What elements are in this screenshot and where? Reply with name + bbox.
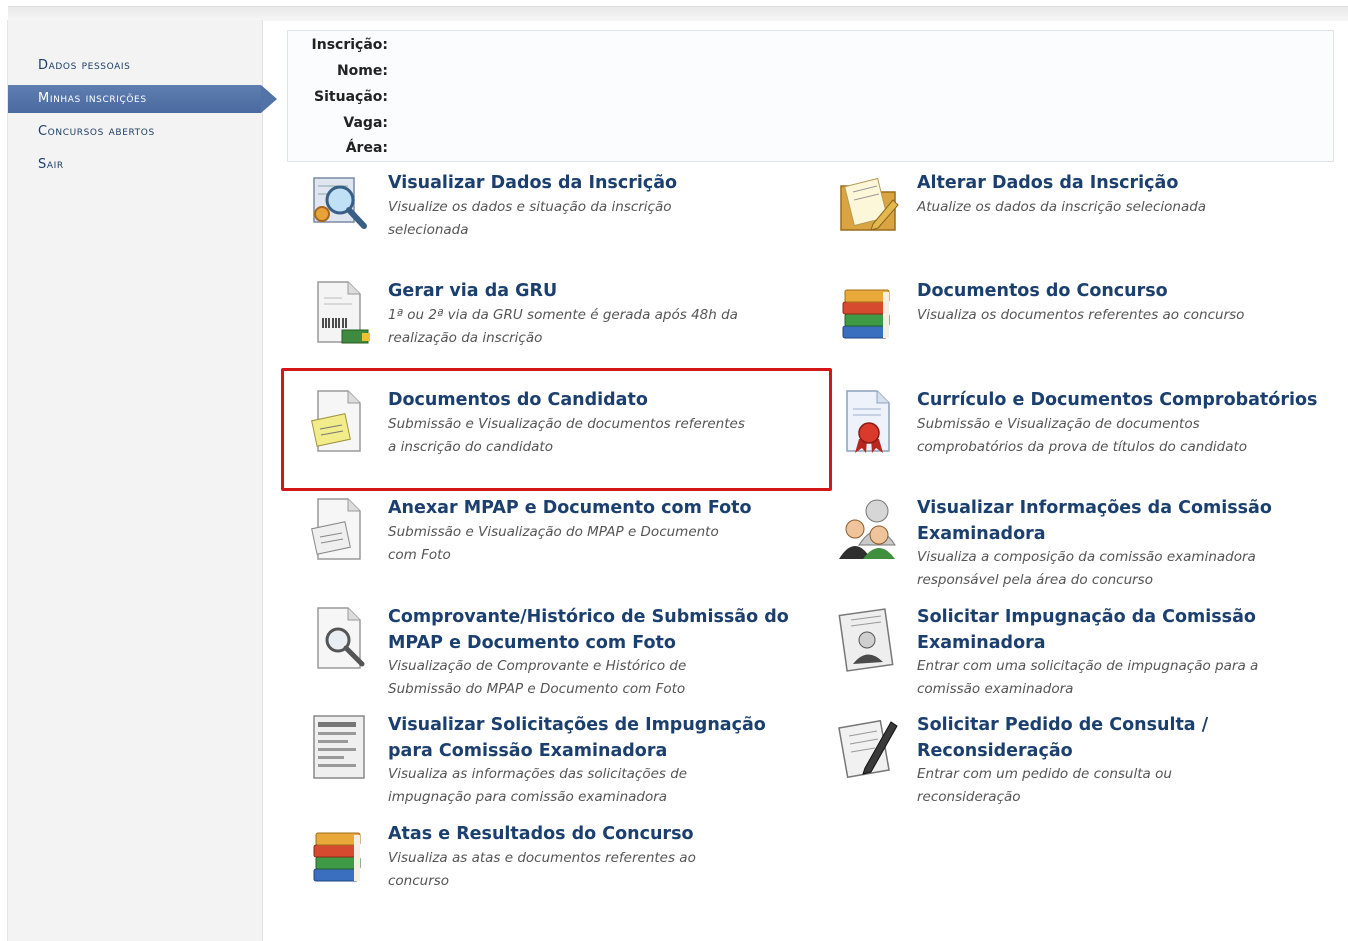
action-title[interactable]: Gerar via da GRU — [388, 278, 557, 304]
inscription-info-panel: Inscrição: Nome: Situação: Vaga: Área: — [287, 30, 1334, 162]
inscricao-label: Inscrição: — [311, 37, 388, 53]
action-desc-line2: reconsideração — [917, 789, 1021, 805]
certificate-icon[interactable] — [837, 387, 901, 455]
action-desc-line1: Visualiza as informações das solicitaçõe… — [388, 766, 688, 782]
action-desc-line2: responsável pela área do concurso — [917, 572, 1153, 588]
action-anexar-mpap: Anexar MPAP e Documento com Foto Submiss… — [308, 495, 813, 585]
action-desc-line2: concurso — [388, 873, 450, 889]
action-visualizar-dados: Visualizar Dados da Inscrição Visualize … — [308, 170, 813, 250]
action-title-line2[interactable]: para Comissão Examinadora — [388, 738, 667, 764]
document-pen-icon[interactable] — [837, 712, 901, 780]
action-comissao-info: Visualizar Informações da Comissão Exami… — [837, 495, 1342, 595]
action-desc-line2: selecionada — [388, 222, 469, 238]
action-atas-resultados: Atas e Resultados do Concurso Visualiza … — [308, 821, 813, 901]
id-card-icon[interactable] — [837, 604, 901, 672]
action-title[interactable]: Visualizar Informações da Comissão — [917, 495, 1272, 521]
action-title-line2[interactable]: Examinadora — [917, 630, 1046, 656]
nome-label: Nome: — [336, 63, 388, 79]
action-desc-line2: impugnação para comissão examinadora — [388, 789, 668, 805]
sidebar-item-dados-pessoais[interactable]: Dados pessoais — [8, 52, 270, 80]
action-title-line2[interactable]: Examinadora — [917, 521, 1046, 547]
barcode-document-icon[interactable] — [308, 278, 372, 346]
action-desc-line1: Visualização de Comprovante e Histórico … — [388, 658, 687, 674]
highlight-box — [281, 368, 832, 491]
action-desc-line2: com Foto — [388, 547, 451, 563]
action-curriculo: Currículo e Documentos Comprobatórios Su… — [837, 387, 1342, 467]
action-title[interactable]: Solicitar Impugnação da Comissão — [917, 604, 1256, 630]
action-title[interactable]: Visualizar Solicitações de Impugnação — [388, 712, 766, 738]
action-gerar-gru: Gerar via da GRU 1ª ou 2ª via da GRU som… — [308, 278, 813, 358]
action-desc-line2: realização da inscrição — [388, 330, 543, 346]
action-desc-line1: Visualiza a composição da comissão exami… — [917, 549, 1256, 565]
books-icon[interactable] — [308, 821, 372, 889]
action-desc-line1: Visualize os dados e situação da inscriç… — [388, 199, 672, 215]
area-label: Área: — [345, 140, 388, 156]
action-desc-line1: 1ª ou 2ª via da GRU somente é gerada apó… — [388, 307, 738, 323]
action-title[interactable]: Anexar MPAP e Documento com Foto — [388, 495, 752, 521]
sidebar-item-sair[interactable]: Sair — [8, 151, 270, 179]
situacao-label: Situação: — [314, 89, 388, 105]
users-group-icon[interactable] — [837, 495, 901, 563]
action-title[interactable]: Visualizar Dados da Inscrição — [388, 170, 677, 196]
sidebar-menu: Dados pessoais Minhas inscrições Concurs… — [8, 52, 277, 184]
action-title[interactable]: Atas e Resultados do Concurso — [388, 821, 694, 847]
action-title[interactable]: Solicitar Pedido de Consulta / — [917, 712, 1208, 738]
action-visualizar-solicitacoes: Visualizar Solicitações de Impugnação pa… — [308, 712, 813, 812]
action-pedido-consulta: Solicitar Pedido de Consulta / Reconside… — [837, 712, 1342, 812]
folder-edit-icon[interactable] — [837, 170, 901, 238]
magnifier-gear-icon[interactable] — [308, 170, 372, 238]
action-desc-line1: Atualize os dados da inscrição seleciona… — [917, 199, 1207, 215]
action-desc-line2: Submissão do MPAP e Documento com Foto — [388, 681, 686, 697]
action-desc-line2: comprobatórios da prova de títulos do ca… — [917, 439, 1248, 455]
top-border — [8, 6, 1348, 21]
action-desc-line1: Visualiza os documentos referentes ao co… — [917, 307, 1245, 323]
vaga-label: Vaga: — [343, 115, 388, 131]
action-title-line2[interactable]: Reconsideração — [917, 738, 1073, 764]
document-attach-icon[interactable] — [308, 495, 372, 563]
document-search-icon[interactable] — [308, 604, 372, 672]
sidebar-item-concursos-abertos[interactable]: Concursos abertos — [8, 118, 270, 146]
list-document-icon[interactable] — [308, 712, 372, 780]
action-title[interactable]: Comprovante/Histórico de Submissão do — [388, 604, 789, 630]
action-documentos-concurso: Documentos do Concurso Visualiza os docu… — [837, 278, 1342, 358]
action-desc-line1: Submissão e Visualização do MPAP e Docum… — [388, 524, 719, 540]
action-title[interactable]: Documentos do Concurso — [917, 278, 1168, 304]
books-icon[interactable] — [837, 278, 901, 346]
action-comprovante-historico: Comprovante/Histórico de Submissão do MP… — [308, 604, 813, 704]
action-desc-line1: Visualiza as atas e documentos referente… — [388, 850, 696, 866]
action-desc-line1: Submissão e Visualização de documentos — [917, 416, 1200, 432]
action-title-line2[interactable]: MPAP e Documento com Foto — [388, 630, 676, 656]
action-solicitar-impugnacao: Solicitar Impugnação da Comissão Examina… — [837, 604, 1342, 704]
action-title[interactable]: Alterar Dados da Inscrição — [917, 170, 1178, 196]
action-title[interactable]: Currículo e Documentos Comprobatórios — [917, 387, 1317, 413]
sidebar-item-minhas-inscricoes[interactable]: Minhas inscrições — [8, 85, 277, 113]
action-desc-line1: Entrar com uma solicitação de impugnação… — [917, 658, 1259, 674]
action-desc-line2: comissão examinadora — [917, 681, 1074, 697]
action-desc-line1: Entrar com um pedido de consulta ou — [917, 766, 1172, 782]
action-alterar-dados: Alterar Dados da Inscrição Atualize os d… — [837, 170, 1342, 250]
